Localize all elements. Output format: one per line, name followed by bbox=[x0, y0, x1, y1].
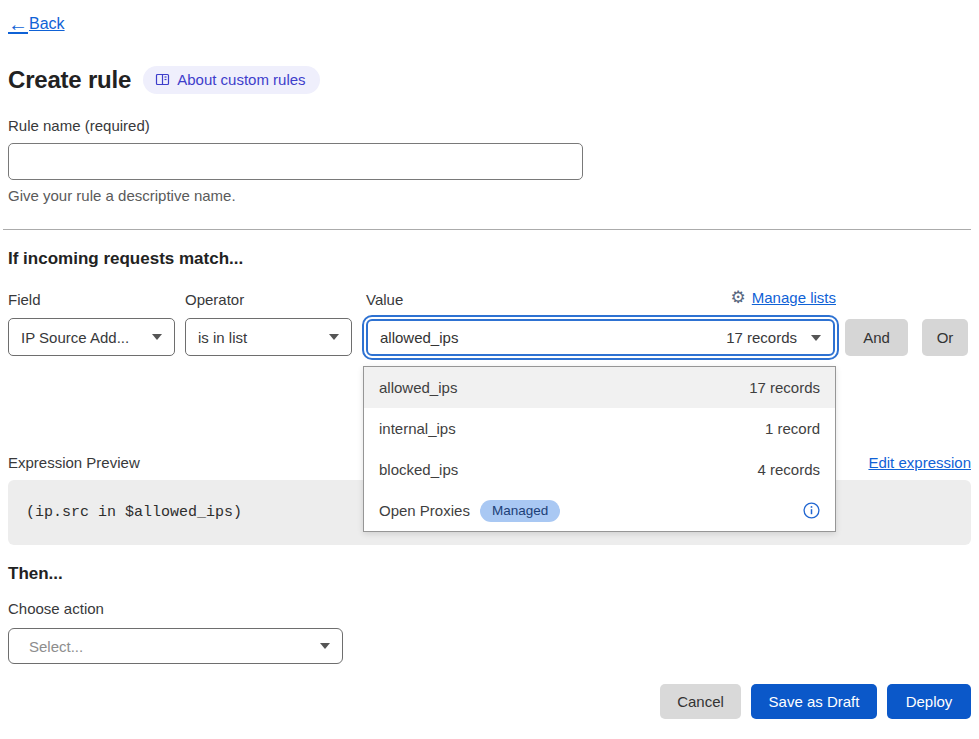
list-item-meta: 17 records bbox=[749, 379, 820, 396]
action-select[interactable]: Select... bbox=[8, 628, 343, 664]
rule-name-label: Rule name (required) bbox=[8, 117, 150, 134]
managed-badge: Managed bbox=[480, 500, 560, 522]
list-item-name: Open Proxies bbox=[379, 502, 470, 519]
operator-label: Operator bbox=[185, 291, 244, 308]
manage-lists-link[interactable]: Manage lists bbox=[752, 289, 836, 306]
value-label: Value bbox=[366, 291, 403, 308]
list-item-name: internal_ips bbox=[379, 420, 456, 437]
chevron-down-icon bbox=[152, 334, 162, 340]
then-heading: Then... bbox=[8, 564, 63, 584]
list-item-allowed-ips[interactable]: allowed_ips 17 records bbox=[364, 367, 835, 408]
list-item-meta: 1 record bbox=[765, 420, 820, 437]
manage-lists: ⚙ Manage lists bbox=[731, 289, 836, 306]
choose-action-label: Choose action bbox=[8, 600, 104, 617]
page-title: Create rule bbox=[8, 66, 131, 94]
rule-name-input[interactable] bbox=[8, 143, 583, 180]
list-item-blocked-ips[interactable]: blocked_ips 4 records bbox=[364, 449, 835, 490]
deploy-button[interactable]: Deploy bbox=[887, 684, 971, 719]
value-select-meta: 17 records bbox=[726, 329, 797, 346]
about-custom-rules-link[interactable]: About custom rules bbox=[143, 66, 319, 94]
edit-expression-link[interactable]: Edit expression bbox=[868, 454, 971, 471]
rule-name-helper: Give your rule a descriptive name. bbox=[8, 187, 236, 204]
gear-icon: ⚙ bbox=[731, 289, 746, 306]
book-icon bbox=[155, 72, 170, 87]
about-badge-label: About custom rules bbox=[177, 71, 305, 88]
list-item-open-proxies[interactable]: Open Proxies Managed bbox=[364, 490, 835, 531]
value-dropdown-menu: allowed_ips 17 records internal_ips 1 re… bbox=[363, 366, 836, 532]
info-icon[interactable] bbox=[803, 502, 820, 519]
match-heading: If incoming requests match... bbox=[8, 249, 243, 269]
field-select[interactable]: IP Source Add... bbox=[8, 318, 175, 356]
value-select-value: allowed_ips bbox=[380, 329, 458, 346]
expression-code: (ip.src in $allowed_ips) bbox=[26, 504, 242, 521]
title-row: Create rule About custom rules bbox=[8, 66, 320, 94]
field-select-value: IP Source Add... bbox=[21, 329, 129, 346]
section-divider bbox=[3, 229, 971, 230]
cancel-button[interactable]: Cancel bbox=[660, 684, 741, 719]
action-select-placeholder: Select... bbox=[29, 638, 83, 655]
chevron-down-icon bbox=[329, 334, 339, 340]
value-select[interactable]: allowed_ips 17 records bbox=[366, 319, 835, 356]
save-as-draft-button[interactable]: Save as Draft bbox=[751, 684, 877, 719]
expression-preview-label: Expression Preview bbox=[8, 454, 140, 471]
operator-select[interactable]: is in list bbox=[185, 318, 352, 356]
and-button[interactable]: And bbox=[845, 319, 908, 356]
list-item-name: blocked_ips bbox=[379, 461, 458, 478]
list-item-meta: 4 records bbox=[757, 461, 820, 478]
operator-select-value: is in list bbox=[198, 329, 247, 346]
or-button[interactable]: Or bbox=[922, 319, 968, 356]
list-item-internal-ips[interactable]: internal_ips 1 record bbox=[364, 408, 835, 449]
back-arrow-icon: ← bbox=[8, 14, 28, 34]
chevron-down-icon bbox=[811, 335, 821, 341]
back-link[interactable]: ←Back bbox=[8, 14, 65, 34]
list-item-name: allowed_ips bbox=[379, 379, 457, 396]
field-label: Field bbox=[8, 291, 41, 308]
chevron-down-icon bbox=[320, 643, 330, 649]
